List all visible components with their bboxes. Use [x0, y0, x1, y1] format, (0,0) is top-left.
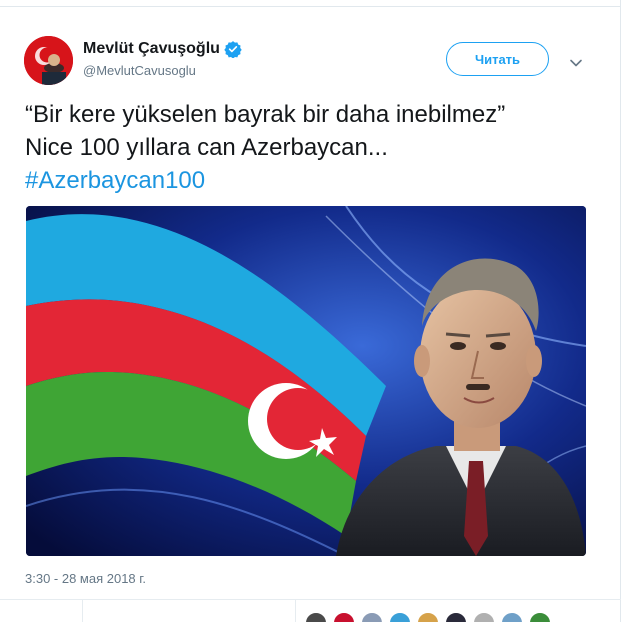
- liker-avatar[interactable]: [305, 612, 327, 622]
- liker-avatar[interactable]: [417, 612, 439, 622]
- tweet-timestamp[interactable]: 3:30 - 28 мая 2018 г.: [25, 571, 146, 586]
- liker-avatar[interactable]: [361, 612, 383, 622]
- stats-divider-1: [82, 600, 83, 622]
- author-name-row: Mevlüt Çavuşoğlu: [83, 40, 242, 59]
- tweet-media-image[interactable]: [26, 206, 586, 556]
- liker-avatars: [305, 612, 551, 622]
- author-block: Mevlüt Çavuşoğlu @MevlutCavusoglu: [83, 40, 242, 78]
- top-divider: [0, 0, 621, 7]
- liker-avatar[interactable]: [529, 612, 551, 622]
- avatar-image: [24, 36, 73, 85]
- author-name[interactable]: Mevlüt Çavuşoğlu: [83, 40, 220, 58]
- tweet-text-line-1: “Bir kere yükselen bayrak bir daha inebi…: [25, 101, 506, 128]
- liker-avatar[interactable]: [501, 612, 523, 622]
- flag-portrait-illustration: [26, 206, 586, 556]
- liker-avatar[interactable]: [333, 612, 355, 622]
- tweet-page: Mevlüt Çavuşoğlu @MevlutCavusoglu Читать…: [0, 0, 621, 622]
- author-handle[interactable]: @MevlutCavusoglu: [83, 63, 242, 78]
- liker-avatar[interactable]: [445, 612, 467, 622]
- liker-avatar[interactable]: [389, 612, 411, 622]
- author-avatar[interactable]: [24, 36, 73, 85]
- follow-button[interactable]: Читать: [446, 42, 549, 76]
- tweet-text-line-2: Nice 100 yıllara can Azerbaycan...: [25, 134, 388, 161]
- stats-divider-2: [295, 600, 296, 622]
- hashtag-link[interactable]: #Azerbaycan100: [25, 164, 595, 197]
- chevron-down-icon[interactable]: [569, 55, 583, 67]
- verified-badge-icon: [224, 40, 242, 59]
- tweet-text: “Bir kere yükselen bayrak bir daha inebi…: [25, 98, 595, 197]
- liker-avatar[interactable]: [473, 612, 495, 622]
